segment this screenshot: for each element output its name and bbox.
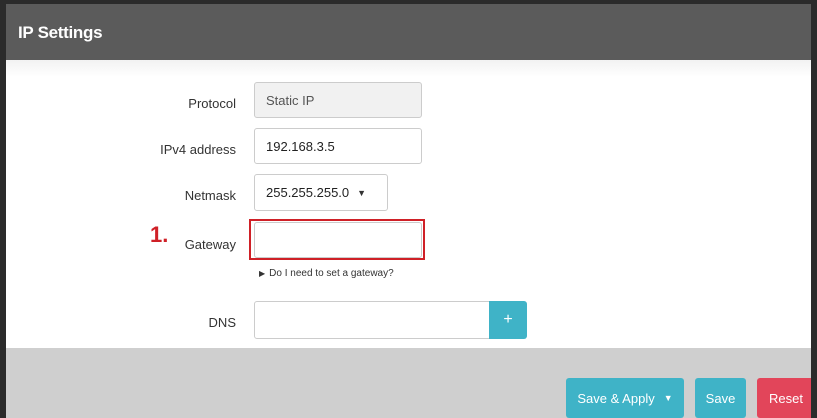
step-number: 1. (150, 222, 169, 247)
reset-button[interactable]: Reset (757, 378, 811, 418)
netmask-label: Netmask (184, 188, 236, 203)
caret-down-icon: ▼ (357, 187, 367, 198)
protocol-value: Static IP (266, 92, 315, 108)
panel-header: IP Settings (6, 4, 811, 60)
save-label: Save (705, 390, 736, 406)
dns-label: DNS (208, 315, 236, 330)
netmask-select[interactable]: 255.255.255.0 ▼ (254, 174, 388, 211)
ipv4-address-input[interactable]: 192.168.3.5 (254, 128, 422, 164)
reset-label: Reset (769, 390, 803, 406)
page-title: IP Settings (18, 23, 103, 42)
gateway-help-toggle[interactable]: ▶ Do I need to set a gateway? (259, 268, 394, 279)
gateway-highlight-box (249, 219, 425, 260)
save-apply-label: Save & Apply (577, 390, 655, 406)
dns-input[interactable] (254, 301, 490, 339)
gateway-label: Gateway (184, 237, 236, 252)
action-bar (6, 348, 811, 418)
ipv4-label: IPv4 address (160, 142, 236, 157)
add-dns-button[interactable]: + (489, 301, 527, 339)
ipv4-value: 192.168.3.5 (266, 138, 335, 154)
netmask-value: 255.255.255.0 (266, 185, 350, 200)
save-button[interactable]: Save (695, 378, 746, 418)
protocol-field: Static IP (254, 82, 422, 118)
save-apply-button[interactable]: Save & Apply ▼ (566, 378, 684, 418)
protocol-label: Protocol (188, 96, 236, 111)
gateway-help-text: Do I need to set a gateway? (269, 268, 394, 279)
header-divider (6, 60, 811, 77)
triangle-right-icon: ▶ (259, 269, 266, 278)
caret-down-icon: ▼ (663, 393, 673, 403)
ip-settings-panel: IP Settings Protocol Static IP IPv4 addr… (0, 0, 817, 418)
plus-icon: + (503, 311, 513, 328)
